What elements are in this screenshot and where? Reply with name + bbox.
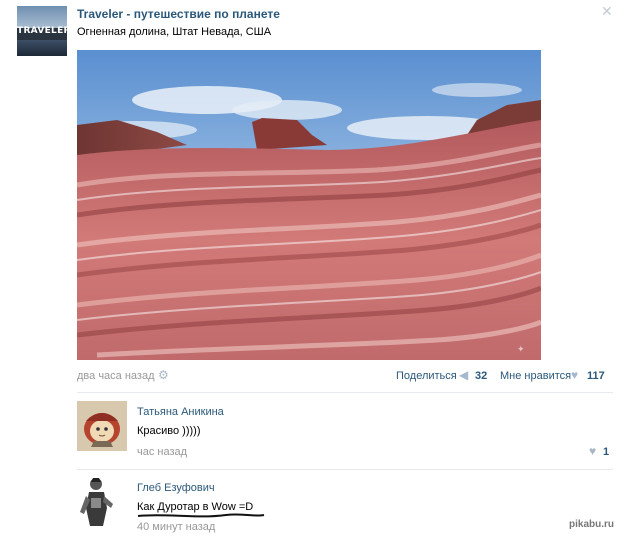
gear-icon[interactable]: ⚙	[158, 368, 169, 382]
avatar-sea	[17, 40, 67, 56]
watermark: pikabu.ru	[569, 519, 615, 530]
like-button[interactable]: Мне нравится	[500, 370, 571, 382]
comment-avatar[interactable]	[77, 401, 127, 451]
share-count[interactable]: 32	[475, 370, 487, 382]
svg-text:✦: ✦	[517, 345, 525, 355]
post-author-link[interactable]: Traveler - путешествие по планете	[77, 7, 280, 21]
post-text: Огненная долина, Штат Невада, США	[77, 26, 272, 38]
comment-avatar[interactable]	[77, 474, 117, 530]
divider	[77, 392, 613, 393]
megaphone-icon[interactable]: ◀	[459, 368, 468, 382]
share-button[interactable]: Поделиться	[396, 370, 457, 382]
warrior-avatar-image	[77, 474, 117, 530]
community-avatar[interactable]: TRAVELER	[17, 6, 67, 56]
post-photo[interactable]: ✦	[77, 50, 541, 360]
divider	[77, 469, 613, 470]
comment-text: Красиво )))))	[137, 425, 201, 437]
heart-icon[interactable]: ♥	[589, 444, 596, 458]
post-time[interactable]: два часа назад	[77, 370, 154, 382]
comment-time[interactable]: 40 минут назад	[137, 521, 215, 533]
comment-author[interactable]: Глеб Езуфович	[137, 482, 215, 494]
avatar-sky	[17, 6, 67, 28]
avatar-logo-text: TRAVELER	[17, 26, 67, 36]
close-icon[interactable]: ✕	[601, 3, 613, 20]
like-count[interactable]: 117	[587, 370, 605, 382]
cat-avatar-image	[77, 401, 127, 451]
scribble-underline	[137, 513, 265, 518]
heart-icon[interactable]: ♥	[571, 368, 578, 382]
comment-like-count[interactable]: 1	[603, 446, 609, 458]
comment-time[interactable]: час назад	[137, 446, 187, 458]
comment-author[interactable]: Татьяна Аникина	[137, 406, 224, 418]
valley-of-fire-image: ✦	[77, 50, 541, 360]
